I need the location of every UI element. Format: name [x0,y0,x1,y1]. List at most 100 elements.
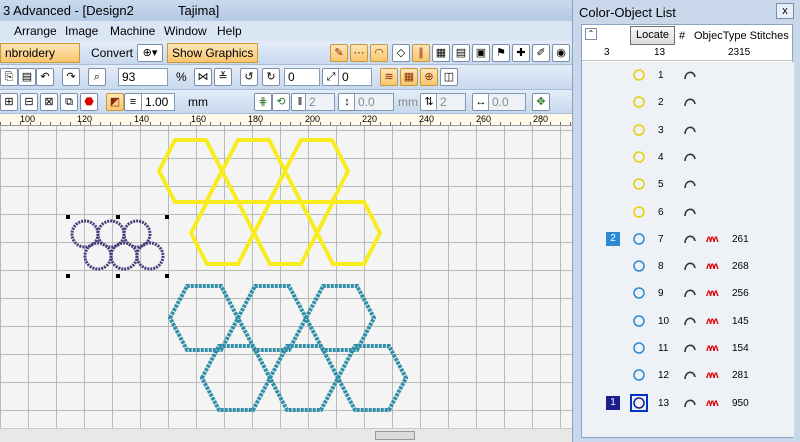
purple-honeycomb[interactable] [70,219,165,271]
object-icon[interactable] [632,177,646,191]
color-swatch[interactable]: 2 [606,231,620,246]
order-icon[interactable]: ⧉ [60,93,78,111]
align-icon[interactable]: ⊞ [0,93,18,111]
collapse-icon[interactable]: ⌃ [585,28,597,40]
embroidery-mode-button[interactable]: nbroidery Mode [0,43,80,78]
group-icon[interactable]: ⊟ [20,93,38,111]
puzzle-tool-icon[interactable]: ✚ [512,44,530,62]
yellow-honeycomb[interactable] [156,126,383,266]
table-row[interactable]: 11 ʌʌʌ 154 [582,335,794,362]
object-icon[interactable] [632,205,646,219]
object-icon[interactable] [630,393,648,412]
satin-tool-icon[interactable]: ⋯ [350,44,368,62]
mirror-h-icon[interactable]: ⋈ [194,68,212,86]
undo-icon[interactable]: ↶ [36,68,54,86]
angle-field[interactable]: 0 [284,68,320,86]
object-icon[interactable] [632,95,646,109]
table-row[interactable]: 2 [582,89,794,116]
hoop-view-icon[interactable]: ◫ [440,68,458,86]
rotate-left-icon[interactable]: ↺ [240,68,258,86]
rotate-right-icon[interactable]: ↻ [262,68,280,86]
ruler-tick: 180 [248,114,264,124]
teal-honeycomb[interactable] [167,284,409,412]
menu-image[interactable]: Image [65,24,98,38]
table-row[interactable]: 5 [582,171,794,198]
globe-view-icon[interactable]: ⊕ [420,68,438,86]
move-icon[interactable]: ✥ [532,93,550,111]
design-drawing[interactable] [0,126,572,428]
color-swap-icon[interactable]: ◩ [106,93,124,111]
paste-icon[interactable]: ▤ [18,68,36,86]
column-tool-icon[interactable]: ∥ [412,44,430,62]
repeat-field[interactable]: 2 [436,93,466,111]
table-row[interactable]: 4 [582,144,794,171]
reshape-icon[interactable]: ⋕ [254,93,272,111]
sample-tool-icon[interactable]: ◉ [552,44,570,62]
table-tool-icon[interactable]: ▤ [452,44,470,62]
run-tool-icon[interactable]: ◠ [370,44,388,62]
table-row[interactable]: 1 [582,62,794,89]
object-icon[interactable] [632,368,646,382]
stitch-zigzag-icon: ʌʌʌ [706,288,719,300]
redo-icon[interactable]: ↷ [62,68,80,86]
object-list[interactable]: 1 2 3 4 5 6 2 7 ʌʌʌ 261 8 ʌʌʌ 268 9 ʌʌʌ 256 10 ʌʌʌ 145 11 ʌʌ… [582,62,794,437]
close-icon[interactable]: x [776,3,794,19]
menu-machine[interactable]: Machine [110,24,155,38]
object-icon[interactable] [632,150,646,164]
object-icon[interactable] [632,232,646,246]
toolbar-zoom: ⎘ ▤ ↶ ↷ ⌕ 93 % ⋈ ≚ ↺ ↻ 0 ⤢ 0 ≋ ▦ ⊕ ◫ [0,65,572,90]
convert-button[interactable]: Convert [86,43,138,63]
image-tool-icon[interactable]: ▣ [472,44,490,62]
shape-tool-icon[interactable]: ◇ [392,44,410,62]
object-icon[interactable] [632,68,646,82]
color-swatch[interactable]: 1 [606,395,620,410]
show-graphics-button[interactable]: Show Graphics [167,43,259,63]
stitch-count: 281 [732,370,749,382]
fill-tool-icon[interactable]: ✎ [330,44,348,62]
line-width-icon[interactable]: ≡ [124,93,142,111]
spacing-field[interactable]: 2 [305,93,335,111]
scrollbar-thumb[interactable] [375,431,415,440]
stitch-zigzag-icon: ʌʌʌ [706,233,719,245]
ungroup-icon[interactable]: ⊠ [40,93,58,111]
object-number: 4 [658,151,664,163]
line-width-field[interactable]: 1.00 [141,93,175,111]
stitch-count: 145 [732,315,749,327]
copy-icon[interactable]: ⎘ [0,68,18,86]
table-row[interactable]: 3 [582,117,794,144]
zoom-icon[interactable]: ⌕ [88,68,106,86]
table-row[interactable]: 10 ʌʌʌ 145 [582,308,794,335]
mirror-v-icon[interactable]: ≚ [214,68,232,86]
offset-field[interactable]: 0.0 [354,93,394,111]
machine-title: Tajima] [178,3,220,18]
object-icon[interactable] [632,123,646,137]
grid-tool-icon[interactable]: ▦ [432,44,450,62]
ruler-tick: 260 [476,114,492,124]
object-icon[interactable] [632,341,646,355]
object-number: 12 [658,370,670,382]
globe-dropdown-icon[interactable]: ⊕▾ [137,44,163,62]
stop-icon[interactable]: ⬣ [80,93,98,111]
table-row[interactable]: 1 13 ʌʌʌ 950 [582,390,794,417]
menu-arrange[interactable]: Arrange [14,24,57,38]
table-row[interactable]: 8 ʌʌʌ 268 [582,253,794,280]
object-icon[interactable] [632,286,646,300]
menu-window[interactable]: Window [164,24,207,38]
table-row[interactable]: 12 ʌʌʌ 281 [582,362,794,389]
object-icon[interactable] [632,314,646,328]
table-row[interactable]: 6 [582,199,794,226]
table-row[interactable]: 9 ʌʌʌ 256 [582,280,794,307]
edit-tool-icon[interactable]: ✐ [532,44,550,62]
grid-view-icon[interactable]: ▦ [400,68,418,86]
slant-field[interactable]: 0 [338,68,372,86]
stitch-view-icon[interactable]: ≋ [380,68,398,86]
menu-help[interactable]: Help [217,24,242,38]
table-row[interactable]: 2 7 ʌʌʌ 261 [582,226,794,253]
flag-tool-icon[interactable]: ⚑ [492,44,510,62]
locate-button[interactable]: Locate [630,26,676,45]
convert-shape-icon[interactable]: ⟲ [272,93,290,111]
zoom-field[interactable]: 93 [118,68,168,86]
gap-field[interactable]: 0.0 [488,93,526,111]
ruler-tick: 160 [191,114,207,124]
object-icon[interactable] [632,259,646,273]
